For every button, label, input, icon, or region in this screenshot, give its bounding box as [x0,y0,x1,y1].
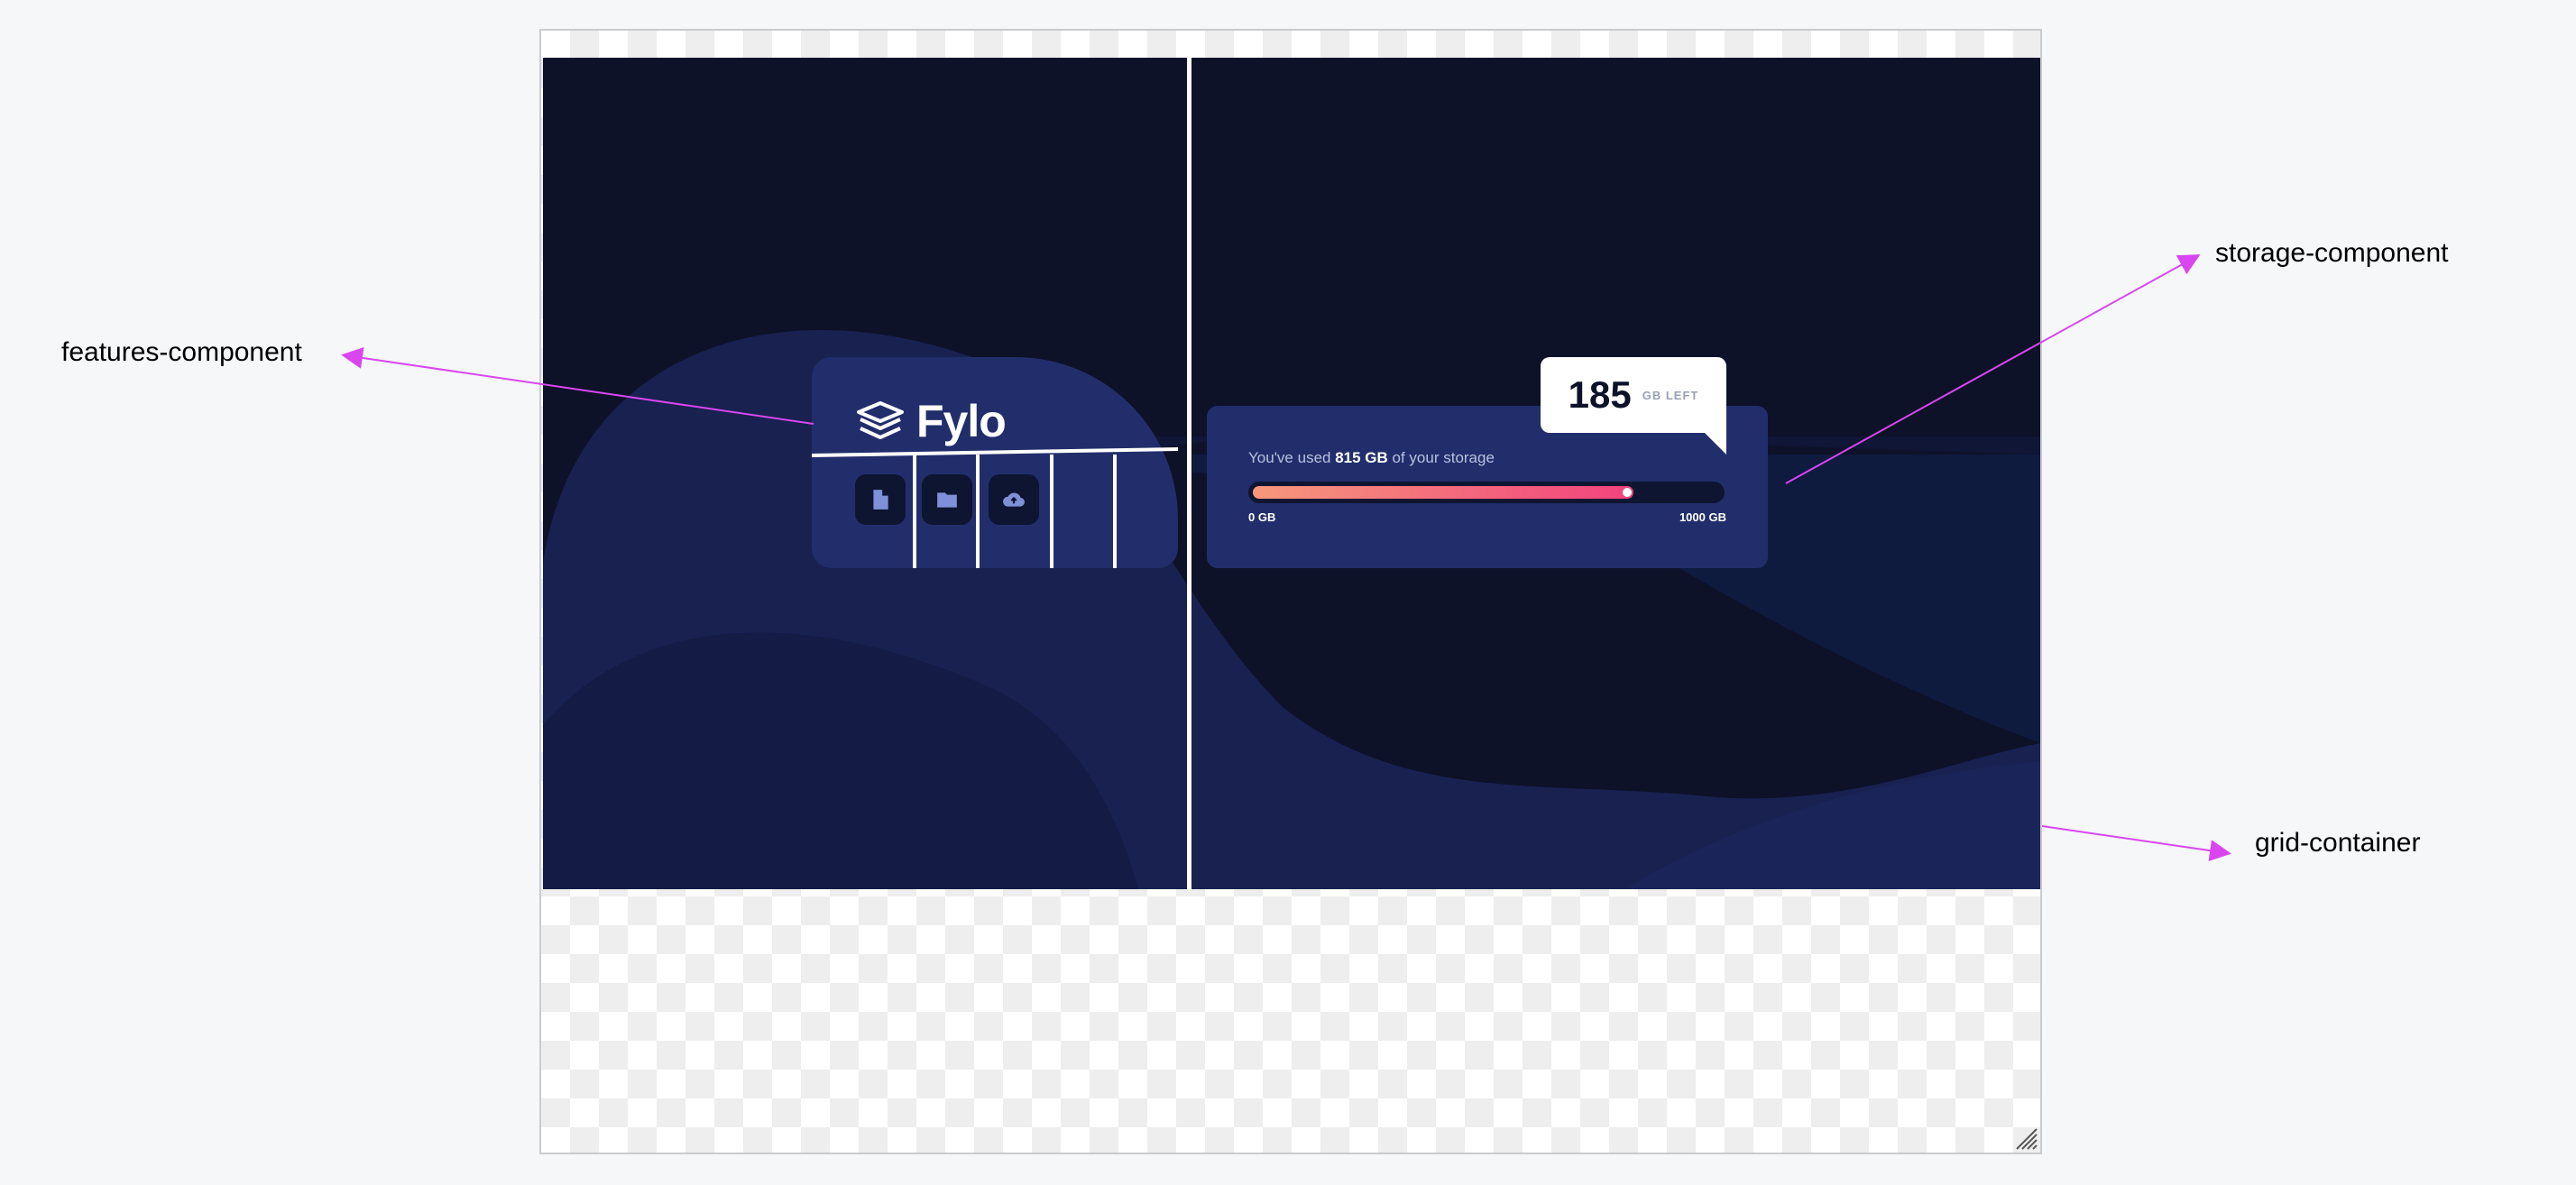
cloud-upload-button[interactable] [989,474,1039,525]
cloud-upload-icon [1003,492,1025,507]
column-line [976,455,980,568]
features-annotation-label: features-component [61,337,302,367]
logo: Fylo [855,395,1007,447]
storage-left-value: 185 [1568,373,1632,416]
usage-text: You've used 815 GB of your storage [1248,449,1495,466]
storage-annotation-label: storage-component [2215,238,2449,268]
row-line [812,447,1179,457]
grid-annotation-label: grid-container [2255,828,2421,858]
logo-text: Fylo [916,396,1007,446]
grid-divider [1187,58,1191,889]
badge-tail [1705,433,1726,455]
storage-progress-fill [1253,486,1633,499]
column-line [1113,455,1117,568]
storage-left-unit: GB LEFT [1642,388,1699,402]
column-line [1050,455,1053,568]
progress-thumb [1623,488,1632,497]
document-icon [873,490,888,510]
min-label: 0 GB [1248,510,1276,524]
upload-folder-button[interactable] [922,474,972,525]
upload-file-button[interactable] [855,474,906,525]
resize-handle-icon[interactable] [2013,1125,2038,1151]
column-line [913,455,916,568]
storage-left-badge: 185 GB LEFT [1541,357,1726,455]
storage-progress-bar [1248,482,1725,503]
folder-icon [937,492,957,508]
layers-icon [857,401,904,439]
grid-container: Fylo You've used 815 GB of your storage … [543,58,2040,889]
max-label: 1000 GB [1679,510,1726,524]
